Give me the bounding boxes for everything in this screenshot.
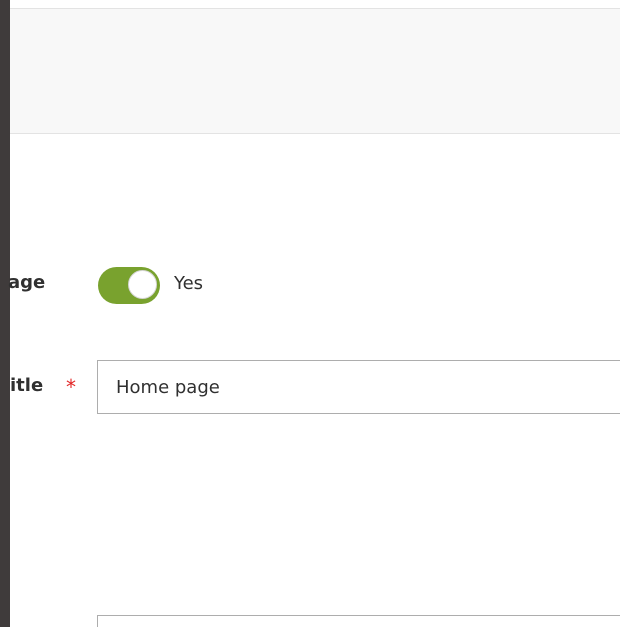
page-title-label: itle xyxy=(10,375,44,396)
page-title-input[interactable] xyxy=(97,360,620,414)
toggle-state-text: Yes xyxy=(174,273,204,294)
next-field-input[interactable] xyxy=(97,615,620,627)
required-asterisk: * xyxy=(66,375,76,399)
enable-page-label: age xyxy=(8,272,46,293)
admin-form-page: age Yes itle * xyxy=(0,0,620,627)
page-actions-bar xyxy=(10,8,620,134)
toggle-knob xyxy=(128,270,157,299)
enable-page-toggle[interactable] xyxy=(98,267,160,304)
left-sidebar-edge xyxy=(0,0,10,627)
